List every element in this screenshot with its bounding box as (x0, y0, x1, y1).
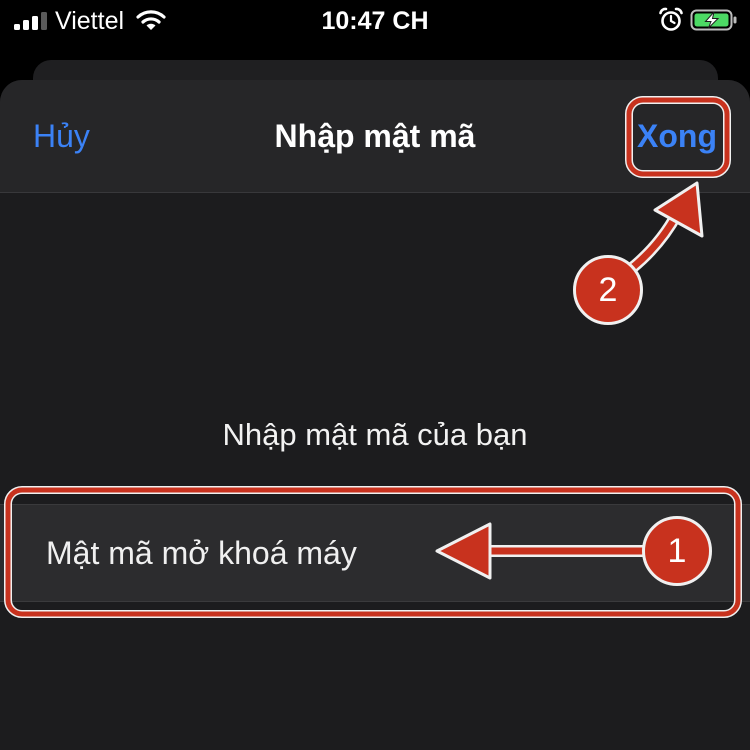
cancel-button[interactable]: Hủy (33, 116, 90, 156)
battery-charging-icon (690, 9, 737, 31)
status-time: 10:47 CH (321, 7, 429, 35)
status-bar: Viettel 10:47 CH (0, 0, 750, 44)
passcode-input[interactable] (46, 533, 606, 573)
screen: Viettel 10:47 CH Hủy Nhập mật mã Xong Nh… (0, 0, 750, 750)
passcode-prompt: Nhập mật mã của bạn (222, 417, 528, 452)
done-button[interactable]: Xong (637, 116, 717, 156)
passcode-sheet: Hủy Nhập mật mã Xong Nhập mật mã của bạn (0, 80, 750, 750)
alarm-icon (659, 7, 683, 31)
navigation-bar: Hủy Nhập mật mã Xong (0, 80, 750, 193)
passcode-row[interactable] (0, 504, 750, 602)
